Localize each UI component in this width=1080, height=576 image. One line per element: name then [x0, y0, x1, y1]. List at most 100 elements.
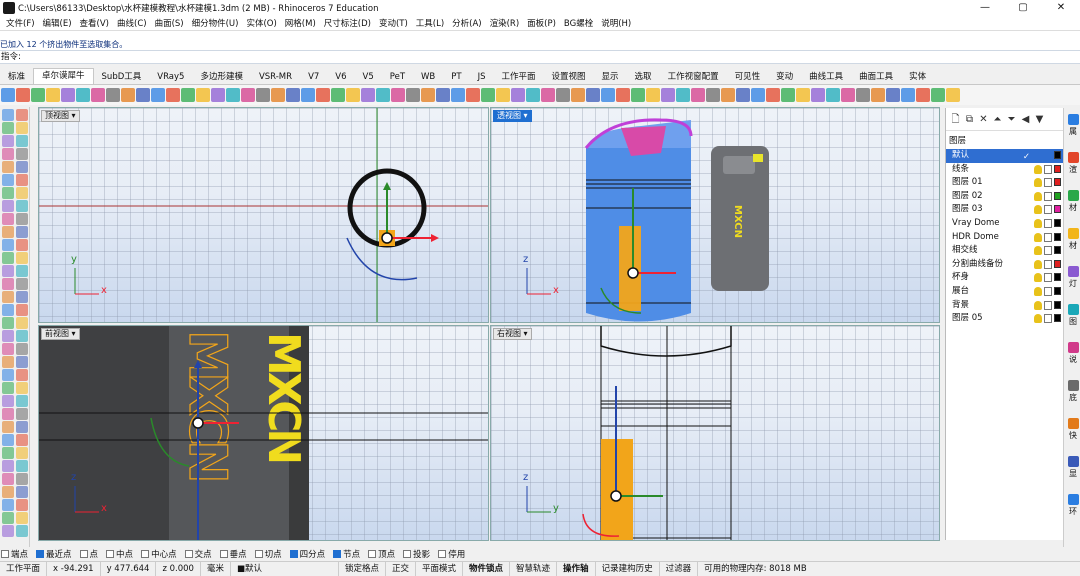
- osnap-option[interactable]: 中点: [106, 548, 133, 560]
- osnap-option[interactable]: 四分点: [289, 548, 325, 560]
- toolbar-tab-3[interactable]: VRay5: [149, 70, 192, 84]
- tool-icon[interactable]: [31, 88, 45, 102]
- status-units[interactable]: 毫米: [201, 561, 231, 576]
- tool-icon[interactable]: [16, 187, 28, 199]
- tool-icon[interactable]: [16, 421, 28, 433]
- tool-icon[interactable]: [2, 486, 14, 498]
- panel-tab-3[interactable]: 材: [1066, 228, 1080, 251]
- toolbar-tab-8[interactable]: V5: [355, 70, 382, 84]
- lock-icon[interactable]: [1044, 286, 1052, 296]
- tool-icon[interactable]: [16, 213, 28, 225]
- tool-icon[interactable]: [16, 460, 28, 472]
- tool-icon[interactable]: [301, 88, 315, 102]
- osnap-option[interactable]: 投影: [403, 548, 430, 560]
- tool-icon[interactable]: [16, 330, 28, 342]
- tool-icon[interactable]: [16, 265, 28, 277]
- menu-item-5[interactable]: 细分物件(U): [188, 17, 243, 29]
- layer-row[interactable]: HDR Dome: [946, 231, 1063, 245]
- tool-icon[interactable]: [106, 88, 120, 102]
- layer-row[interactable]: 相交线: [946, 244, 1063, 258]
- tool-icon[interactable]: [1, 88, 15, 102]
- tool-icon[interactable]: [631, 88, 645, 102]
- tool-icon[interactable]: [16, 408, 28, 420]
- tool-icon[interactable]: [16, 473, 28, 485]
- menu-item-10[interactable]: 工具(L): [412, 17, 448, 29]
- status-toggle[interactable]: 正交: [386, 561, 416, 576]
- viewport-perspective[interactable]: 透视图 ▾ MXCN z x: [490, 107, 940, 323]
- layer-row[interactable]: 图层 01: [946, 176, 1063, 190]
- tool-icon[interactable]: [391, 88, 405, 102]
- tool-icon[interactable]: [2, 109, 14, 121]
- tool-icon[interactable]: [691, 88, 705, 102]
- layer-color-swatch[interactable]: [1054, 191, 1061, 200]
- tool-icon[interactable]: [46, 88, 60, 102]
- layer-row[interactable]: 分割曲线备份: [946, 258, 1063, 272]
- visibility-bulb-icon[interactable]: [1034, 286, 1042, 296]
- layer-row[interactable]: 图层 03: [946, 203, 1063, 217]
- tool-icon[interactable]: [406, 88, 420, 102]
- osnap-checkbox[interactable]: [1, 550, 9, 558]
- tool-icon[interactable]: [16, 148, 28, 160]
- tool-icon[interactable]: [121, 88, 135, 102]
- layer-color-swatch[interactable]: [1054, 218, 1061, 227]
- toolbar-tab-15[interactable]: 显示: [594, 70, 627, 84]
- tool-icon[interactable]: [196, 88, 210, 102]
- tool-icon[interactable]: [16, 252, 28, 264]
- osnap-option[interactable]: 交点: [184, 548, 212, 560]
- layer-color-swatch[interactable]: [1054, 164, 1061, 173]
- command-prompt[interactable]: 指令:: [0, 50, 1080, 64]
- status-toggle[interactable]: 平面模式: [416, 561, 464, 576]
- tool-icon[interactable]: [601, 88, 615, 102]
- osnap-checkbox[interactable]: [368, 550, 377, 558]
- visibility-bulb-icon[interactable]: [1034, 178, 1042, 188]
- visibility-bulb-icon[interactable]: [1034, 259, 1042, 269]
- layer-row[interactable]: 杯身: [946, 271, 1063, 285]
- tool-icon[interactable]: [2, 239, 14, 251]
- osnap-option[interactable]: 点: [79, 548, 98, 560]
- tool-icon[interactable]: [2, 447, 14, 459]
- layer-tool-icon-4[interactable]: ⏷: [1006, 114, 1017, 125]
- osnap-option[interactable]: 中心点: [141, 548, 177, 560]
- toolbar-tab-19[interactable]: 变动: [768, 70, 801, 84]
- toolbar-tab-11[interactable]: PT: [443, 70, 469, 84]
- tool-icon[interactable]: [241, 88, 255, 102]
- tool-icon[interactable]: [481, 88, 495, 102]
- lock-icon[interactable]: [1044, 191, 1052, 201]
- layer-color-swatch[interactable]: [1054, 178, 1061, 187]
- tool-icon[interactable]: [2, 499, 14, 511]
- menu-item-2[interactable]: 查看(V): [76, 17, 113, 29]
- toolbar-tab-9[interactable]: PeT: [382, 70, 413, 84]
- panel-tab-8[interactable]: 快: [1066, 418, 1080, 441]
- tool-icon[interactable]: [16, 369, 28, 381]
- osnap-checkbox[interactable]: [106, 550, 115, 558]
- menu-item-6[interactable]: 实体(O): [242, 17, 280, 29]
- tool-icon[interactable]: [16, 291, 28, 303]
- layer-color-swatch[interactable]: [1054, 246, 1061, 255]
- menu-item-15[interactable]: 说明(H): [597, 17, 635, 29]
- layer-tool-icon-6[interactable]: ▼: [1034, 114, 1045, 125]
- maximize-button[interactable]: ▢: [1004, 0, 1042, 15]
- layer-tool-icon-0[interactable]: 🗋: [950, 114, 961, 125]
- visibility-bulb-icon[interactable]: [1034, 314, 1042, 324]
- tool-icon[interactable]: [211, 88, 225, 102]
- tool-icon[interactable]: [2, 291, 14, 303]
- tool-icon[interactable]: [571, 88, 585, 102]
- toolbar-tab-0[interactable]: 标准: [0, 70, 33, 84]
- osnap-option[interactable]: 端点: [1, 548, 28, 560]
- tool-icon[interactable]: [2, 187, 14, 199]
- tool-icon[interactable]: [2, 265, 14, 277]
- toolbar-tab-18[interactable]: 可见性: [727, 70, 769, 84]
- tool-icon[interactable]: [16, 174, 28, 186]
- tool-icon[interactable]: [91, 88, 105, 102]
- toolbar-tab-6[interactable]: V7: [300, 70, 327, 84]
- toolbar-tab-4[interactable]: 多边形建模: [192, 70, 251, 84]
- tool-icon[interactable]: [826, 88, 840, 102]
- menu-item-1[interactable]: 编辑(E): [39, 17, 76, 29]
- status-toggle[interactable]: 操作轴: [557, 561, 596, 576]
- menu-item-3[interactable]: 曲线(C): [113, 17, 151, 29]
- tool-icon[interactable]: [2, 382, 14, 394]
- osnap-checkbox[interactable]: [79, 550, 88, 558]
- tool-icon[interactable]: [16, 447, 28, 459]
- menu-item-9[interactable]: 变动(T): [375, 17, 412, 29]
- toolbar-tab-1[interactable]: 卓尔谟犀牛: [33, 68, 94, 84]
